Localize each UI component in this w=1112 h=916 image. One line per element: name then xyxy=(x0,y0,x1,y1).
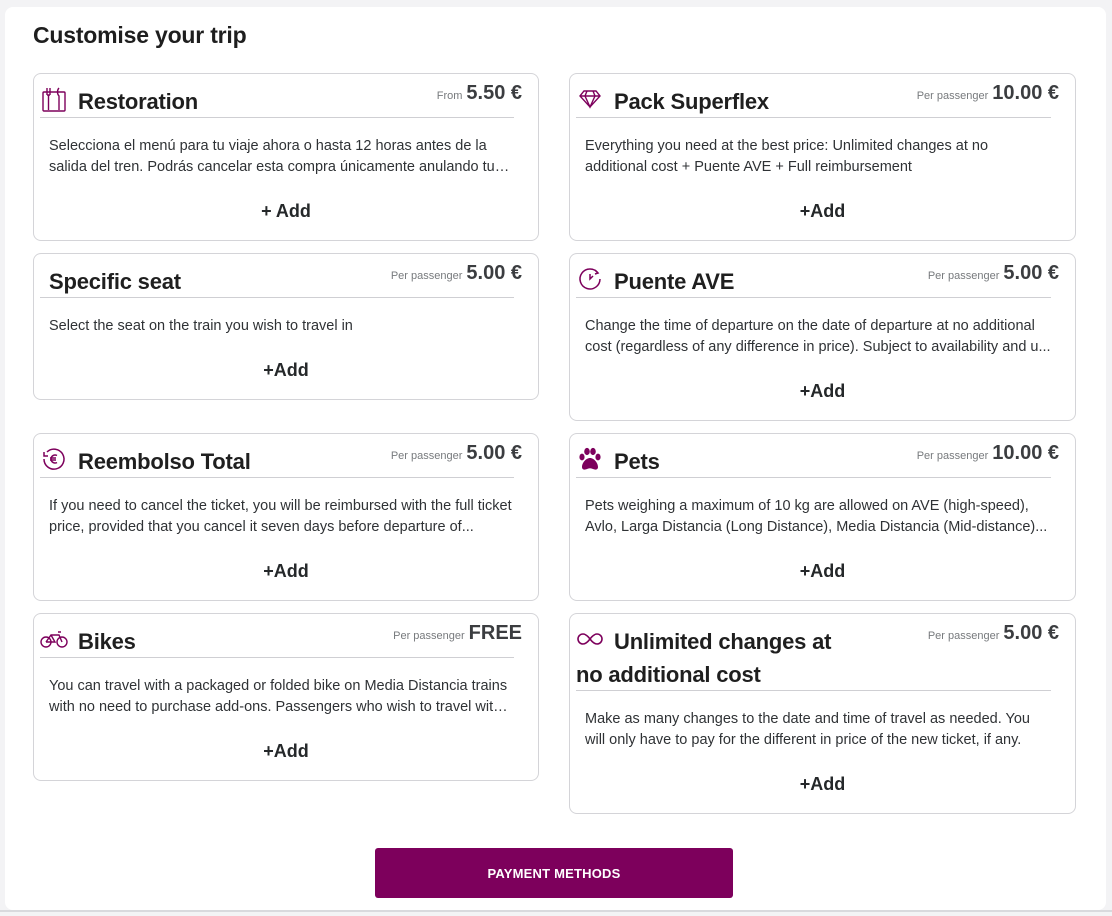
add-pack-superflex-button[interactable]: +Add xyxy=(570,201,1075,222)
price-value: 5.50 € xyxy=(466,82,522,104)
add-unlimited-changes-button[interactable]: +Add xyxy=(570,774,1075,795)
card-description: Change the time of departure on the date… xyxy=(585,318,1051,355)
price-label: Per passenger xyxy=(390,270,463,282)
card-header: Restoration From 5.50 € xyxy=(40,82,522,118)
card-description: Make as many changes to the date and tim… xyxy=(585,711,1030,748)
payment-methods-button[interactable]: PAYMENT METHODS xyxy=(375,848,733,898)
card-header: Bikes Per passenger FREE xyxy=(40,622,522,658)
add-restoration-button[interactable]: + Add xyxy=(34,201,538,222)
restaurant-icon xyxy=(40,84,68,114)
price-label: Per passenger xyxy=(390,450,463,462)
price: Per passenger FREE xyxy=(393,622,522,645)
price: Per passenger 5.00 € xyxy=(391,442,522,465)
add-specific-seat-button[interactable]: +Add xyxy=(34,360,538,381)
price-value: 10.00 € xyxy=(992,82,1059,104)
add-bikes-button[interactable]: +Add xyxy=(34,741,538,762)
card-header: Unlimited changes at no additional cost … xyxy=(576,622,1059,691)
card-title: Pack Superflex xyxy=(614,89,769,114)
price-label: Per passenger xyxy=(916,90,989,102)
euro-refund-icon xyxy=(40,444,68,474)
add-puente-ave-button[interactable]: +Add xyxy=(570,381,1075,402)
card-header: Pets Per passenger 10.00 € xyxy=(576,442,1059,478)
card-description: Selecciona el menú para tu viaje ahora o… xyxy=(49,138,495,175)
card-description: If you need to cancel the ticket, you wi… xyxy=(49,498,512,535)
price: Per passenger 5.00 € xyxy=(391,262,522,285)
card-header: Specific seat Per passenger 5.00 € xyxy=(40,262,522,298)
card-header: Puente AVE Per passenger 5.00 € xyxy=(576,262,1059,298)
price-label: Per passenger xyxy=(393,630,465,642)
price-label: From xyxy=(436,90,463,102)
paw-icon xyxy=(576,444,604,474)
addon-card-restoration: Restoration From 5.50 € Selecciona el me… xyxy=(33,73,539,241)
addon-card-bikes: Bikes Per passenger FREE You can travel … xyxy=(33,613,539,781)
addon-card-unlimited-changes: Unlimited changes at no additional cost … xyxy=(569,613,1076,814)
price-value: 5.00 € xyxy=(466,442,522,464)
price-value: FREE xyxy=(468,622,522,644)
card-title: Puente AVE xyxy=(614,269,735,294)
addon-card-puente-ave: Puente AVE Per passenger 5.00 € Change t… xyxy=(569,253,1076,421)
card-description: Pets weighing a maximum of 10 kg are all… xyxy=(585,498,1048,535)
diamond-icon xyxy=(576,84,604,114)
bike-icon xyxy=(40,624,68,654)
card-title: Bikes xyxy=(78,629,136,654)
card-header: Reembolso Total Per passenger 5.00 € xyxy=(40,442,522,478)
addon-card-pets: Pets Per passenger 10.00 € Pets weighing… xyxy=(569,433,1076,601)
card-description: Select the seat on the train you wish to… xyxy=(49,318,353,334)
price-label: Per passenger xyxy=(927,630,1000,642)
price-label: Per passenger xyxy=(927,270,1000,282)
price: Per passenger 10.00 € xyxy=(917,442,1059,465)
price: Per passenger 10.00 € xyxy=(917,82,1059,105)
price-value: 10.00 € xyxy=(992,442,1059,464)
card-header: Pack Superflex Per passenger 10.00 € xyxy=(576,82,1059,118)
price: Per passenger 5.00 € xyxy=(928,622,1059,645)
price-value: 5.00 € xyxy=(1003,622,1059,644)
card-description: You can travel with a packaged or folded… xyxy=(49,678,508,715)
bottom-divider xyxy=(0,910,1112,912)
card-title: Unlimited changes at no additional cost xyxy=(576,629,832,687)
price-value: 5.00 € xyxy=(1003,262,1059,284)
add-pets-button[interactable]: +Add xyxy=(570,561,1075,582)
card-title: Reembolso Total xyxy=(78,449,251,474)
card-description: Everything you need at the best price: U… xyxy=(585,138,989,175)
card-title: Pets xyxy=(614,449,660,474)
price-label: Per passenger xyxy=(916,450,989,462)
addon-card-reembolso-total: Reembolso Total Per passenger 5.00 € If … xyxy=(33,433,539,601)
page-title: Customise your trip xyxy=(33,22,247,48)
price-value: 5.00 € xyxy=(466,262,522,284)
price: From 5.50 € xyxy=(437,82,522,105)
price: Per passenger 5.00 € xyxy=(928,262,1059,285)
addon-card-pack-superflex: Pack Superflex Per passenger 10.00 € Eve… xyxy=(569,73,1076,241)
addon-card-specific-seat: Specific seat Per passenger 5.00 € Selec… xyxy=(33,253,539,400)
clock-icon xyxy=(576,264,604,294)
card-title: Restoration xyxy=(78,89,199,114)
add-reembolso-total-button[interactable]: +Add xyxy=(34,561,538,582)
card-title: Specific seat xyxy=(49,269,181,294)
